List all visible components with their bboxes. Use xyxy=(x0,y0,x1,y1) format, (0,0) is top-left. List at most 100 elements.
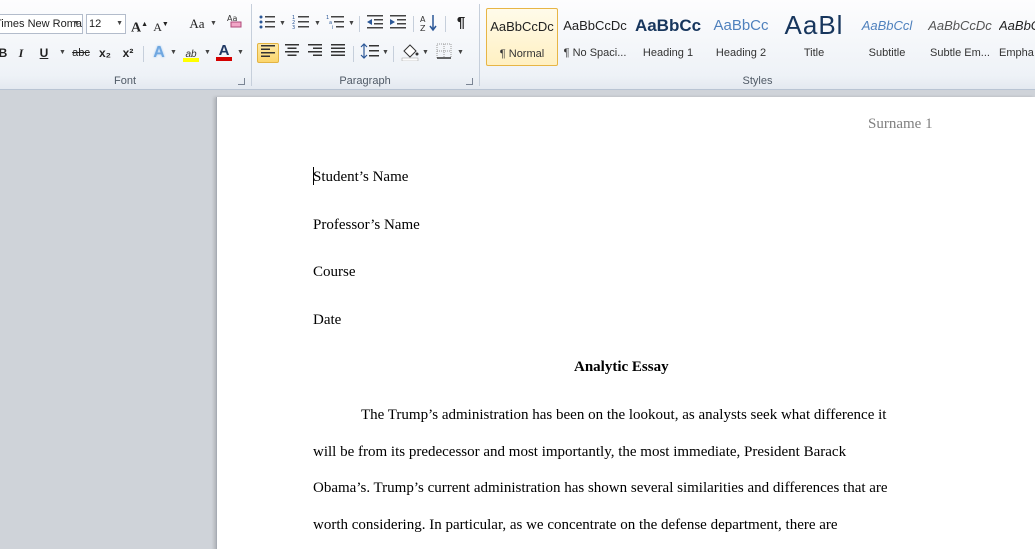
increase-indent-icon xyxy=(390,15,406,29)
ribbon: Times New Roman ▼ 12 ▼ A▲ A▼ Aa ▼ Aa B I… xyxy=(0,0,1035,90)
style-name: Subtle Em... xyxy=(930,47,990,59)
show-hide-button[interactable]: ¶ xyxy=(452,13,470,33)
chevron-down-icon: ▼ xyxy=(170,49,177,56)
text-effects-button[interactable]: A xyxy=(150,43,168,63)
subscript-button[interactable]: x₂ xyxy=(96,43,114,63)
align-center-icon xyxy=(285,44,299,56)
numbering-button[interactable]: 123 xyxy=(292,14,310,34)
align-right-icon xyxy=(308,44,322,56)
chevron-down-icon: ▼ xyxy=(348,20,355,27)
style-sample: AaBbCcDc xyxy=(490,19,554,34)
bold-button[interactable]: B xyxy=(0,43,10,63)
font-size-value: 12 xyxy=(89,18,102,30)
shading-button[interactable] xyxy=(400,43,420,63)
numbered-list-icon: 123 xyxy=(292,15,309,31)
chevron-down-icon: ▼ xyxy=(210,20,217,27)
document-page[interactable]: Surname 1 Student’s Name Professor’s Nam… xyxy=(216,97,1035,549)
style-sample: AaBl xyxy=(784,10,844,40)
font-group-label: Font xyxy=(113,75,136,87)
sort-button[interactable]: AZ xyxy=(420,14,440,34)
style-name: Title xyxy=(803,47,825,59)
divider xyxy=(359,16,360,32)
line-spacing-icon xyxy=(360,43,379,59)
chevron-down-icon: ▼ xyxy=(59,49,66,56)
page-header: Surname 1 xyxy=(868,116,933,132)
font-dialog-launcher-icon[interactable] xyxy=(238,78,245,85)
style-sample: AaBbCcDc xyxy=(999,18,1035,33)
divider xyxy=(143,46,144,62)
chevron-down-icon: ▼ xyxy=(422,49,429,56)
border-grid-icon xyxy=(436,43,452,59)
change-case-button[interactable]: Aa xyxy=(184,14,210,34)
highlight-color-swatch xyxy=(183,58,199,62)
strikethrough-button[interactable]: abc xyxy=(70,43,92,63)
grow-font-button[interactable]: A▲ xyxy=(131,14,148,36)
essay-title: Analytic Essay xyxy=(574,359,669,375)
document-area: Surname 1 Student’s Name Professor’s Nam… xyxy=(0,90,1035,549)
style-normal[interactable]: AaBbCcDc ¶ Normal xyxy=(486,8,558,66)
italic-button[interactable]: I xyxy=(14,43,28,63)
clear-formatting-button[interactable]: Aa xyxy=(224,12,244,32)
justify-icon xyxy=(331,44,345,56)
divider xyxy=(393,46,394,62)
justify-button[interactable] xyxy=(328,43,348,63)
divider xyxy=(445,16,446,32)
font-name-value: Times New Roman xyxy=(0,18,82,30)
multilevel-list-icon: 1ai xyxy=(326,15,344,31)
styles-group-label: Styles xyxy=(742,75,773,87)
align-left-button[interactable] xyxy=(257,43,279,63)
shrink-font-button[interactable]: A▼ xyxy=(153,14,169,34)
chevron-down-icon: ▼ xyxy=(237,49,244,56)
style-heading-2[interactable]: AaBbCc Heading 2 xyxy=(705,8,777,66)
body-line: will be from its predecessor and most im… xyxy=(313,444,847,460)
bullet-list-icon xyxy=(259,15,275,29)
underline-button[interactable]: U xyxy=(36,43,52,63)
style-heading-1[interactable]: AaBbCc Heading 1 xyxy=(632,8,704,66)
paragraph-group-label: Paragraph xyxy=(339,75,391,87)
line-spacing-button[interactable] xyxy=(360,43,380,63)
chevron-down-icon: ▼ xyxy=(279,20,286,27)
align-left-icon xyxy=(261,45,275,57)
decrease-indent-button[interactable] xyxy=(366,14,384,34)
divider xyxy=(413,16,414,32)
increase-indent-button[interactable] xyxy=(389,14,407,34)
style-name: Subtitle xyxy=(868,47,906,59)
body-line: worth considering. In particular, as we … xyxy=(313,517,838,533)
superscript-button[interactable]: x² xyxy=(119,43,137,63)
style-title[interactable]: AaBl Title xyxy=(778,8,850,66)
borders-button[interactable] xyxy=(434,43,454,63)
style-name: ¶ No Spaci... xyxy=(563,47,627,59)
style-emphasis[interactable]: AaBbCcDc Empha xyxy=(997,8,1035,66)
chevron-down-icon: ▼ xyxy=(457,49,464,56)
style-subtle-emphasis[interactable]: AaBbCcDc Subtle Em... xyxy=(924,8,996,66)
chevron-down-icon: ▼ xyxy=(382,49,389,56)
font-group: Times New Roman ▼ 12 ▼ A▲ A▼ Aa ▼ Aa B I… xyxy=(0,0,250,89)
student-name-line: Student’s Name xyxy=(313,169,409,185)
style-sample: AaBbCcDc xyxy=(563,18,627,33)
align-right-button[interactable] xyxy=(305,43,325,63)
svg-text:A: A xyxy=(420,15,426,24)
highlight-button[interactable]: ab xyxy=(181,43,201,63)
font-size-combo[interactable]: 12 ▼ xyxy=(86,14,126,34)
styles-gallery: AaBbCcDc ¶ Normal AaBbCcDc ¶ No Spaci...… xyxy=(484,8,1035,68)
paragraph-dialog-launcher-icon[interactable] xyxy=(466,78,473,85)
style-name: Empha xyxy=(999,47,1034,59)
font-name-combo[interactable]: Times New Roman ▼ xyxy=(0,14,83,34)
sort-az-icon: AZ xyxy=(420,15,437,33)
font-color-button[interactable]: A xyxy=(215,41,233,61)
divider xyxy=(353,46,354,62)
date-line: Date xyxy=(313,312,342,328)
chevron-down-icon: ▼ xyxy=(116,20,123,27)
align-center-button[interactable] xyxy=(282,43,302,63)
body-line: Obama’s. Trump’s current administration … xyxy=(313,480,888,496)
decrease-indent-icon xyxy=(367,15,383,29)
style-subtitle[interactable]: AaBbCcl Subtitle xyxy=(851,8,923,66)
chevron-down-icon: ▼ xyxy=(73,20,80,27)
multilevel-list-button[interactable]: 1ai xyxy=(326,14,346,34)
style-sample: AaBbCcl xyxy=(861,18,913,33)
style-no-spacing[interactable]: AaBbCcDc ¶ No Spaci... xyxy=(559,8,631,66)
paragraph-group: ▼ 123 ▼ 1ai ▼ AZ ¶ ▼ ▼ ▼ Paragraph xyxy=(252,0,478,89)
bullets-button[interactable] xyxy=(258,14,276,34)
course-line: Course xyxy=(313,264,356,280)
style-name: Heading 1 xyxy=(642,47,694,59)
